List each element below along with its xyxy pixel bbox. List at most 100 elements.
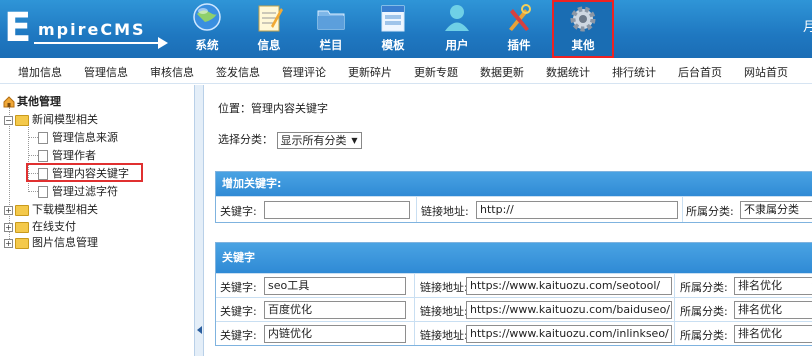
- category-label: 所属分类:: [686, 205, 734, 218]
- document-icon: [38, 132, 48, 144]
- folder-icon: [317, 10, 345, 30]
- category-select-value: 排名优化: [738, 303, 782, 316]
- link-label: 链接地址:: [420, 305, 468, 318]
- link-input[interactable]: https://www.kaituozu.com/inlinkseo/: [466, 325, 672, 343]
- link-label: 链接地址:: [420, 329, 468, 342]
- subnav-data-update[interactable]: 数据更新: [480, 64, 524, 80]
- keyword-label: 关键字:: [220, 281, 257, 294]
- expand-icon[interactable]: +: [4, 222, 13, 232]
- column-divider: [674, 274, 675, 297]
- nav-user-label: 用户: [445, 38, 469, 52]
- top-header: E mpireCMS 系统 信息 栏目 模板 用户 插件 其他 月: [0, 0, 812, 58]
- document-icon: [38, 186, 48, 198]
- subnav-update-fragments[interactable]: 更新碎片: [348, 64, 392, 80]
- subnav-manage-info[interactable]: 管理信息: [84, 64, 128, 80]
- keyword-input[interactable]: 内链优化: [264, 325, 406, 343]
- folder-icon: [15, 204, 29, 216]
- logo-arrow-icon: [158, 37, 168, 49]
- tree-group-online-payment[interactable]: + 在线支付: [4, 219, 76, 235]
- column-divider: [414, 274, 415, 297]
- subnav-admin-home[interactable]: 后台首页: [678, 64, 722, 80]
- column-divider: [414, 298, 415, 321]
- user-icon: [445, 5, 469, 31]
- gear-icon: [570, 6, 596, 32]
- nav-template-label: 模板: [381, 38, 405, 52]
- sidebar-splitter[interactable]: [194, 85, 204, 356]
- main-content: 位置：管理内容关键字 选择分类： 显示所有分类 增加关键字: 关键字: 链接地址…: [205, 85, 812, 356]
- nav-template[interactable]: 模板: [364, 0, 422, 58]
- category-select[interactable]: 排名优化: [734, 277, 812, 295]
- nav-plugin-label: 插件: [507, 38, 531, 52]
- category-filter: 选择分类： 显示所有分类: [218, 131, 362, 149]
- category-select[interactable]: 排名优化: [734, 301, 812, 319]
- subnav-sign-info[interactable]: 签发信息: [216, 64, 260, 80]
- subnav-site-home[interactable]: 网站首页: [744, 64, 788, 80]
- tree-item-label: 管理作者: [52, 149, 96, 162]
- subnav-review-info[interactable]: 审核信息: [150, 64, 194, 80]
- nav-system[interactable]: 系统: [178, 0, 236, 58]
- category-select-value: 排名优化: [738, 279, 782, 292]
- filter-select-value: 显示所有分类: [280, 133, 347, 147]
- nav-system-label: 系统: [195, 38, 219, 52]
- expand-icon[interactable]: +: [4, 238, 13, 248]
- new-link-input[interactable]: http://: [476, 201, 678, 219]
- nav-plugin[interactable]: 插件: [490, 0, 548, 58]
- tree-item-label: 管理过滤字符: [52, 185, 118, 198]
- column-divider: [674, 322, 675, 345]
- collapse-icon[interactable]: −: [4, 115, 13, 125]
- category-select-value: 排名优化: [738, 327, 782, 340]
- tree-item-label: 管理信息来源: [52, 131, 118, 144]
- link-label: 链接地址:: [420, 281, 468, 294]
- keyword-input[interactable]: seo工具: [264, 277, 406, 295]
- category-label: 所属分类:: [680, 281, 728, 294]
- nav-other[interactable]: 其他: [552, 0, 614, 58]
- notepad-icon: [258, 5, 283, 32]
- tree-item-manage-source[interactable]: 管理信息来源: [38, 130, 118, 146]
- tree-line: [28, 191, 38, 192]
- tree-root[interactable]: 其他管理: [3, 94, 61, 110]
- keyword-row: 关键字: seo工具 链接地址: https://www.kaituozu.co…: [216, 273, 812, 297]
- keyword-label: 关键字:: [220, 305, 257, 318]
- expand-icon[interactable]: +: [4, 205, 13, 215]
- new-category-select[interactable]: 不隶属分类: [740, 201, 812, 219]
- tree-group-label: 在线支付: [32, 220, 76, 233]
- empirecms-logo[interactable]: E mpireCMS: [4, 6, 174, 54]
- nav-info-label: 信息: [257, 38, 281, 52]
- tree-group-news-model[interactable]: − 新闻模型相关: [4, 112, 98, 128]
- nav-column[interactable]: 栏目: [302, 0, 360, 58]
- subnav-manage-comments[interactable]: 管理评论: [282, 64, 326, 80]
- tree-group-image-info[interactable]: + 图片信息管理: [4, 235, 98, 251]
- tools-icon: [509, 4, 531, 31]
- nav-info[interactable]: 信息: [240, 0, 298, 58]
- keyword-input[interactable]: 百度优化: [264, 301, 406, 319]
- logo-underline: [34, 42, 162, 44]
- link-input[interactable]: https://www.kaituozu.com/seotool/: [466, 277, 672, 295]
- subnav-data-stats[interactable]: 数据统计: [546, 64, 590, 80]
- column-divider: [414, 322, 415, 345]
- tree-group-label: 新闻模型相关: [32, 113, 98, 126]
- subnav-add-info[interactable]: 增加信息: [18, 64, 62, 80]
- keyword-list-panel: 关键字 关键字: seo工具 链接地址: https://www.kaituoz…: [215, 242, 812, 346]
- selected-item-highlight: [26, 163, 143, 182]
- tree-root-label: 其他管理: [17, 95, 61, 108]
- link-label: 链接地址:: [421, 205, 469, 218]
- subnav-update-topics[interactable]: 更新专题: [414, 64, 458, 80]
- tree-group-download-model[interactable]: + 下载模型相关: [4, 202, 98, 218]
- header-right-text: 月: [803, 20, 812, 35]
- add-keyword-panel: 增加关键字: 关键字: 链接地址: http:// 所属分类: 不隶属分类: [215, 171, 812, 223]
- tree-item-manage-filter[interactable]: 管理过滤字符: [38, 184, 118, 200]
- subnav-rank-stats[interactable]: 排行统计: [612, 64, 656, 80]
- tree-group-label: 下载模型相关: [32, 203, 98, 216]
- logo-text: mpireCMS: [38, 20, 146, 39]
- keyword-label: 关键字:: [220, 329, 257, 342]
- nav-user[interactable]: 用户: [428, 0, 486, 58]
- filter-label: 选择分类：: [218, 133, 273, 146]
- category-select[interactable]: 排名优化: [734, 325, 812, 343]
- tree-item-manage-author[interactable]: 管理作者: [38, 148, 96, 164]
- column-divider: [674, 298, 675, 321]
- new-keyword-input[interactable]: [264, 201, 410, 219]
- link-input[interactable]: https://www.kaituozu.com/baiduseo/: [466, 301, 672, 319]
- category-filter-select[interactable]: 显示所有分类: [276, 131, 362, 149]
- collapse-left-icon[interactable]: [197, 326, 202, 334]
- category-label: 所属分类:: [680, 305, 728, 318]
